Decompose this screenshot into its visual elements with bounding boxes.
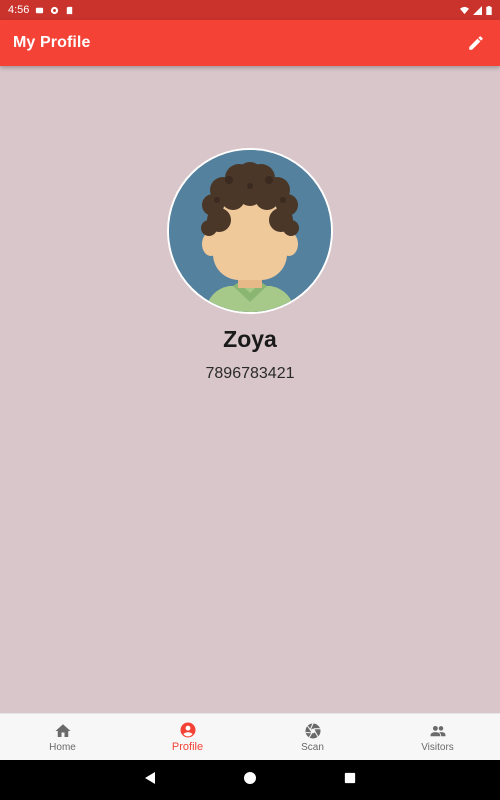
app-bar: My Profile [0,20,500,66]
people-icon [429,722,447,740]
nav-label-visitors: Visitors [421,741,454,753]
system-navigation-bar [0,760,500,800]
recents-button[interactable] [342,772,358,788]
nav-label-profile: Profile [171,741,204,753]
profile-name: Zoya [223,326,277,352]
nav-label-home: Home [49,741,76,753]
nav-item-home[interactable]: Home [0,714,125,760]
battery-icon [486,5,492,15]
profile-phone: 7896783421 [205,365,295,382]
edit-profile-button[interactable] [464,31,488,55]
nav-item-scan[interactable]: Scan [250,714,375,760]
back-icon [143,771,157,790]
nav-item-visitors[interactable]: Visitors [375,714,500,760]
camera-shutter-icon [304,722,322,740]
account-circle-icon [179,721,197,739]
location-sync-icon [50,6,59,15]
edit-icon [467,34,485,52]
avatar[interactable] [169,150,331,312]
status-right [460,5,492,15]
home-icon [54,722,72,740]
nav-label-scan: Scan [301,741,324,753]
sd-card-icon [65,6,74,15]
home-circle-icon [243,771,257,790]
sim-card-icon [35,6,44,15]
system-home-button[interactable] [242,771,258,790]
wifi-icon [460,6,469,15]
nav-item-profile[interactable]: Profile [125,714,250,760]
bottom-navigation: Home Profile Scan Visitors [0,713,500,760]
status-left: 4:56 [8,4,74,16]
avatar-frame [167,148,333,314]
profile-section: Zoya 7896783421 [0,148,500,383]
recents-icon [344,771,356,789]
page-title: My Profile [13,34,91,51]
status-time: 4:56 [8,4,30,16]
signal-icon [473,5,482,15]
avatar-illustration [169,150,331,312]
back-button[interactable] [142,771,158,790]
status-bar: 4:56 [0,0,500,20]
